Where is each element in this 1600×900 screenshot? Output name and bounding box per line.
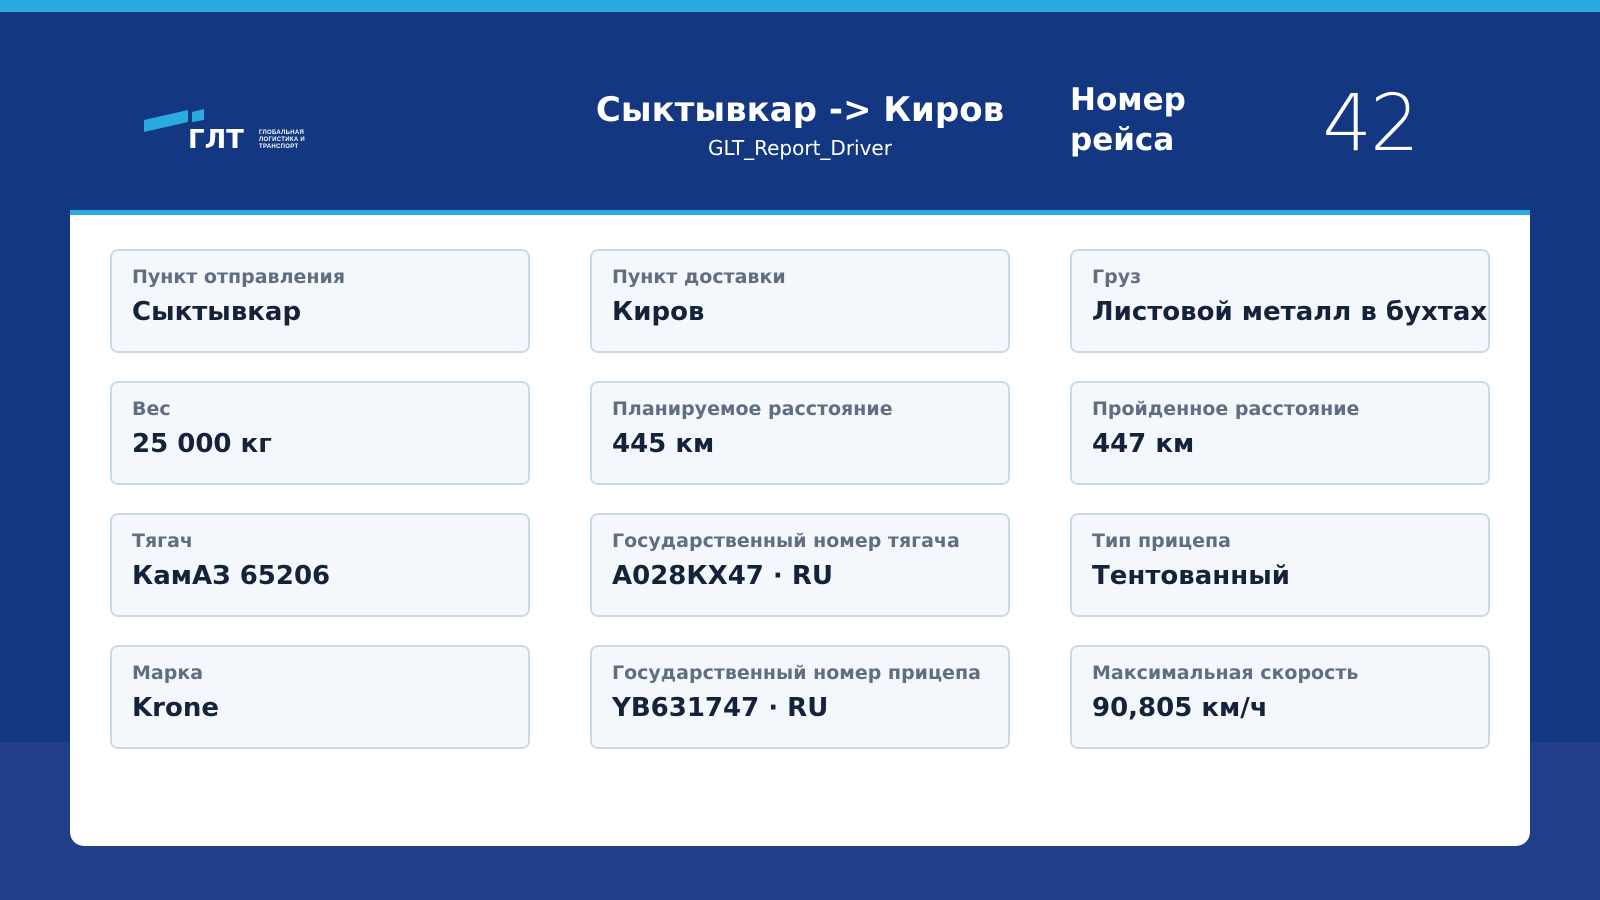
field-card-departure: Пункт отправления Сыктывкар (110, 249, 530, 353)
field-card-trailer-plate: Государственный номер прицепа YB631747 ·… (590, 645, 1010, 749)
field-value: Тентованный (1092, 561, 1290, 591)
field-card-cargo: Груз Листовой металл в бухтах (1070, 249, 1490, 353)
field-value: YB631747 · RU (612, 693, 829, 723)
trip-details-grid: Пункт отправления Сыктывкар Пункт достав… (110, 249, 1490, 749)
trip-label-line: рейса (1070, 122, 1175, 158)
logo-subtitle-line: ГЛОБАЛЬНАЯ (259, 130, 305, 136)
field-label: Тягач (132, 530, 193, 552)
field-label: Груз (1092, 266, 1142, 288)
field-card-tractor-plate: Государственный номер тягача А028КХ47 · … (590, 513, 1010, 617)
field-value: 90,805 км/ч (1092, 693, 1268, 723)
field-label: Пункт отправления (132, 266, 346, 288)
field-value: А028КХ47 · RU (612, 561, 833, 591)
field-card-planned-distance: Планируемое расстояние 445 км (590, 381, 1010, 485)
logo-subtitle-line: ЛОГИСТИКА И (259, 137, 306, 143)
field-label: Пройденное расстояние (1092, 398, 1360, 420)
logo-wordmark: ГЛТ (188, 125, 244, 154)
field-label: Государственный номер прицепа (612, 662, 981, 684)
field-card-brand: Марка Krone (110, 645, 530, 749)
field-value: Киров (612, 297, 705, 327)
field-label: Тип прицепа (1092, 530, 1231, 552)
field-card-traveled-distance: Пройденное расстояние 447 км (1070, 381, 1490, 485)
field-value: КамАЗ 65206 (132, 561, 331, 591)
field-label: Государственный номер тягача (612, 530, 960, 552)
field-card-delivery: Пункт доставки Киров (590, 249, 1010, 353)
field-label: Планируемое расстояние (612, 398, 893, 420)
field-value: Krone (132, 693, 219, 723)
route-title: Сыктывкар -> Киров (595, 90, 1005, 130)
field-value: 447 км (1092, 429, 1195, 459)
top-accent-stripe (0, 0, 1600, 12)
trip-number-value: 42 (1322, 79, 1419, 169)
field-value: 445 км (612, 429, 715, 459)
report-name: GLT_Report_Driver (708, 136, 892, 160)
trip-label-line: Номер (1070, 82, 1186, 118)
trip-number-label: Номер рейса (1070, 80, 1250, 160)
logo-subtitle: ГЛОБАЛЬНАЯ ЛОГИСТИКА И ТРАНСПОРТ (259, 130, 329, 151)
field-card-max-speed: Максимальная скорость 90,805 км/ч (1070, 645, 1490, 749)
field-label: Максимальная скорость (1092, 662, 1359, 684)
company-logo: ГЛТ ГЛОБАЛЬНАЯ ЛОГИСТИКА И ТРАНСПОРТ (144, 108, 324, 155)
logo-subtitle-line: ТРАНСПОРТ (259, 144, 299, 150)
field-card-weight: Вес 25 000 кг (110, 381, 530, 485)
field-card-trailer-type: Тип прицепа Тентованный (1070, 513, 1490, 617)
trip-details-panel: Пункт отправления Сыктывкар Пункт достав… (70, 210, 1530, 846)
field-label: Вес (132, 398, 171, 420)
field-value: Листовой металл в бухтах (1092, 297, 1488, 327)
field-value: Сыктывкар (132, 297, 302, 327)
field-label: Пункт доставки (612, 266, 786, 288)
field-label: Марка (132, 662, 204, 684)
field-card-tractor: Тягач КамАЗ 65206 (110, 513, 530, 617)
route-header: Сыктывкар -> Киров GLT_Report_Driver (560, 88, 1040, 162)
field-value: 25 000 кг (132, 429, 272, 459)
